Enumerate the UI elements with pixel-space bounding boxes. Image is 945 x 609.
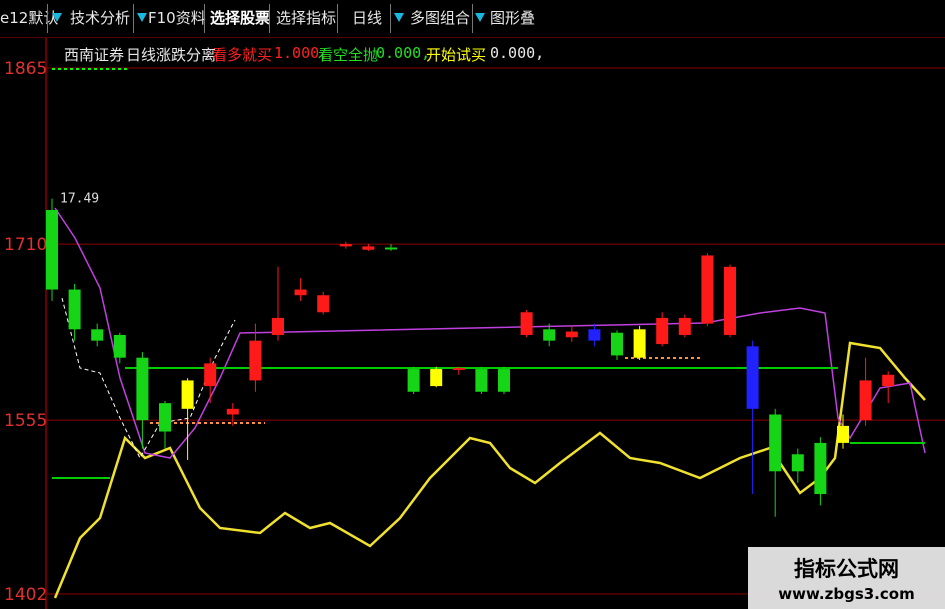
candle-body: [769, 414, 782, 472]
tab-technical-analysis[interactable]: 技术分析: [70, 0, 130, 37]
candle-body: [407, 369, 420, 392]
candle-body: [543, 329, 556, 341]
candle-body: [385, 247, 397, 250]
toolbar-divider: [390, 4, 391, 33]
candle-body: [136, 357, 149, 421]
dropdown-arrow-icon[interactable]: [394, 13, 404, 22]
candle-body: [226, 408, 239, 415]
candle-body: [588, 329, 601, 341]
tab-select-indicator[interactable]: 选择指标: [276, 0, 336, 37]
y-axis: 1865 1710 1555 1402: [4, 38, 47, 609]
candle-body: [498, 369, 510, 392]
candle-body: [724, 266, 736, 335]
y-axis-tick-label: 1710: [4, 235, 47, 255]
candle-body: [91, 329, 104, 341]
candle-body: [294, 289, 307, 296]
y-axis-tick-label: 1555: [4, 411, 47, 431]
candle-body: [452, 367, 465, 370]
candle-body: [678, 317, 691, 335]
candle-body: [317, 295, 330, 313]
candle-body: [633, 329, 646, 358]
candle-body: [362, 246, 375, 250]
candle-body: [204, 363, 217, 387]
candle-body: [746, 346, 759, 409]
high-price-annotation: 17.49: [60, 192, 99, 207]
indicator-lines: [52, 68, 926, 599]
dropdown-arrow-icon[interactable]: [475, 13, 485, 22]
candle-body: [249, 340, 262, 381]
toolbar-divider: [133, 4, 134, 33]
candle-body: [837, 425, 849, 443]
dropdown-arrow-icon[interactable]: [52, 13, 62, 22]
candle-body: [339, 244, 352, 247]
tab-e12-default[interactable]: e12默认: [0, 0, 58, 37]
toolbar-divider: [204, 4, 205, 33]
y-axis-tick-label: 1402: [4, 585, 47, 605]
tab-select-stock[interactable]: 选择股票: [210, 0, 270, 37]
candle-body: [611, 332, 623, 356]
toolbar: e12默认 技术分析 F10资料 选择股票 选择指标 日线 多图组合 图形叠加: [0, 0, 945, 38]
watermark-url: www.zbgs3.com: [778, 585, 915, 603]
grid: [46, 67, 945, 595]
candle-body: [565, 331, 578, 338]
candle-body: [520, 312, 533, 335]
candle-body: [701, 255, 714, 324]
dropdown-arrow-icon[interactable]: [137, 13, 147, 22]
candle-body: [68, 289, 81, 330]
candle-body: [882, 374, 895, 387]
candle-body: [181, 380, 194, 409]
tab-multi-chart[interactable]: 多图组合: [410, 0, 470, 37]
candle-body: [159, 403, 171, 432]
candle-body: [814, 442, 827, 495]
tab-daily-period[interactable]: 日线: [352, 0, 382, 37]
candle-body: [430, 369, 443, 387]
tab-f10-info[interactable]: F10资料: [148, 0, 206, 37]
site-watermark: 指标公式网 www.zbgs3.com: [748, 547, 945, 609]
candle-body: [272, 317, 284, 335]
kline-chart[interactable]: 1865 1710 1555 1402 17.49: [0, 38, 945, 609]
candle-body: [656, 317, 669, 345]
candle-body: [46, 210, 58, 290]
candle-body: [113, 334, 126, 358]
toolbar-divider: [337, 4, 338, 33]
toolbar-divider: [472, 4, 473, 33]
tab-overlay[interactable]: 图形叠加: [490, 0, 535, 37]
candles: [46, 198, 895, 517]
y-axis-tick-label: 1865: [4, 59, 47, 79]
toolbar-divider: [269, 4, 270, 33]
toolbar-divider: [47, 4, 48, 33]
watermark-title: 指标公式网: [794, 557, 899, 581]
candle-body: [859, 380, 872, 421]
candle-body: [475, 369, 488, 392]
candle-body: [791, 454, 804, 472]
